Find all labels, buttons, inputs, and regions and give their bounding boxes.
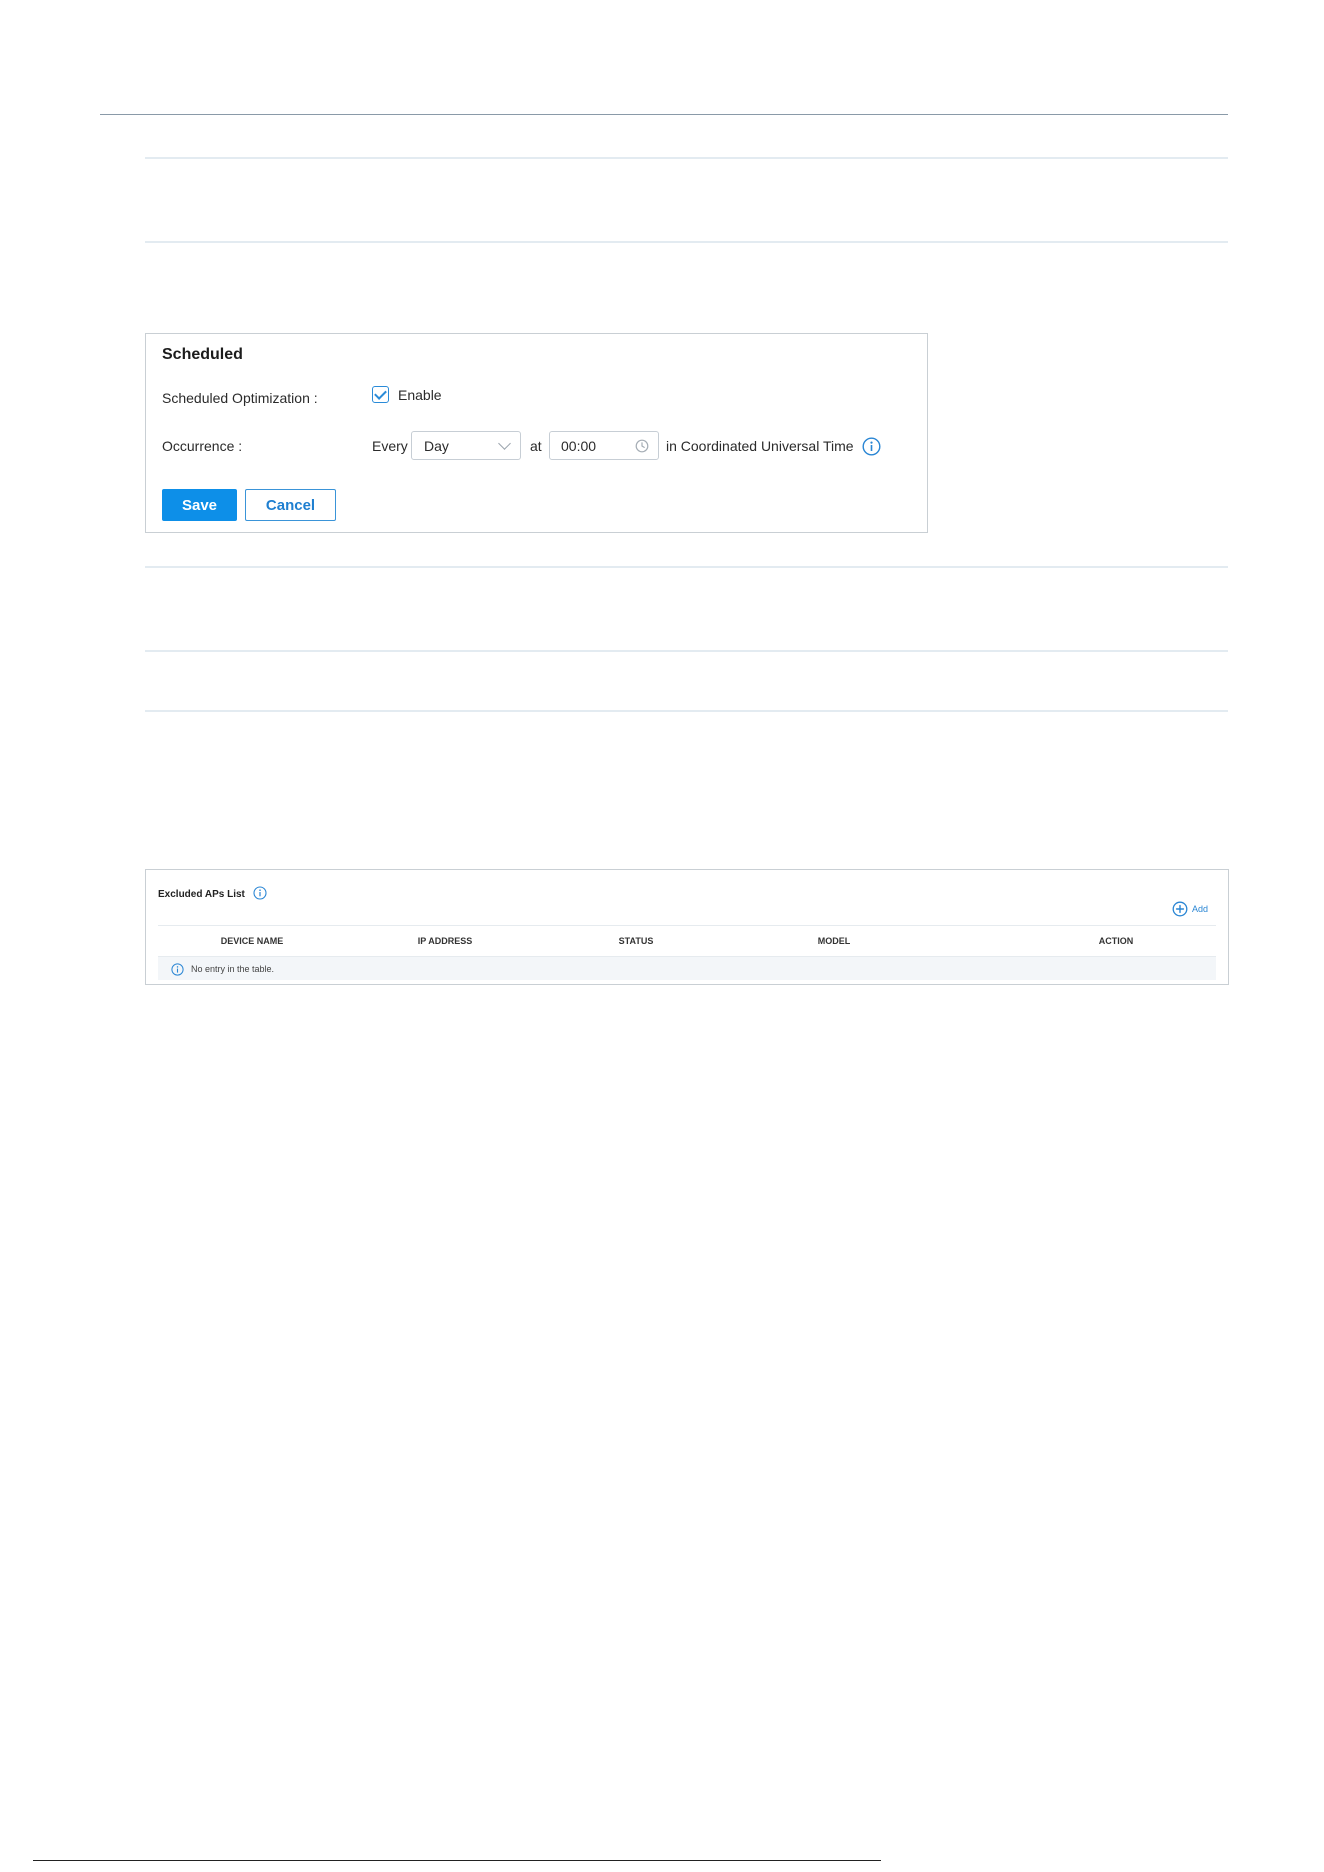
every-text: Every — [372, 438, 408, 454]
scheduled-optimization-label: Scheduled Optimization : — [162, 390, 318, 406]
section-divider — [145, 566, 1228, 568]
section-divider — [145, 650, 1228, 652]
plus-circle-icon — [1172, 901, 1188, 917]
save-button[interactable]: Save — [162, 489, 237, 521]
frequency-value: Day — [424, 438, 449, 454]
excluded-aps-title: Excluded APs List — [158, 889, 245, 900]
clock-icon — [635, 439, 649, 453]
table-header: DEVICE NAME IP ADDRESS STATUS MODEL ACTI… — [158, 925, 1216, 953]
add-button[interactable]: Add — [1172, 901, 1208, 917]
page-footer-rule — [33, 1860, 881, 1861]
time-picker[interactable]: 00:00 — [549, 431, 659, 460]
info-icon[interactable] — [253, 886, 267, 900]
page-header-rule — [100, 114, 1228, 115]
enable-label[interactable]: Enable — [398, 387, 442, 403]
excluded-aps-panel: Excluded APs List Add DEVICE NAME IP ADD… — [145, 869, 1229, 985]
column-header-model[interactable]: MODEL — [818, 936, 851, 946]
info-icon — [171, 963, 184, 976]
frequency-select[interactable]: Day — [411, 431, 521, 460]
add-label: Add — [1191, 904, 1208, 914]
section-divider — [145, 241, 1228, 243]
timezone-text: in Coordinated Universal Time — [666, 438, 854, 454]
enable-checkbox[interactable] — [372, 386, 389, 403]
chevron-down-icon — [498, 437, 511, 450]
column-header-action: ACTION — [1098, 936, 1134, 946]
panel-title: Scheduled — [162, 346, 243, 363]
time-value: 00:00 — [561, 438, 597, 454]
cancel-button[interactable]: Cancel — [245, 489, 336, 521]
empty-message: No entry in the table. — [191, 964, 275, 974]
scheduled-panel: Scheduled Scheduled Optimization : Enabl… — [145, 333, 928, 533]
section-divider — [145, 710, 1228, 712]
column-header-status[interactable]: STATUS — [619, 936, 654, 946]
table-empty-row: No entry in the table. — [158, 956, 1216, 980]
occurrence-label: Occurrence : — [162, 438, 243, 454]
column-header-device-name[interactable]: DEVICE NAME — [221, 936, 284, 946]
section-divider — [145, 157, 1228, 159]
info-icon[interactable] — [862, 437, 881, 456]
at-text: at — [530, 438, 542, 454]
column-header-ip-address[interactable]: IP ADDRESS — [418, 936, 473, 946]
